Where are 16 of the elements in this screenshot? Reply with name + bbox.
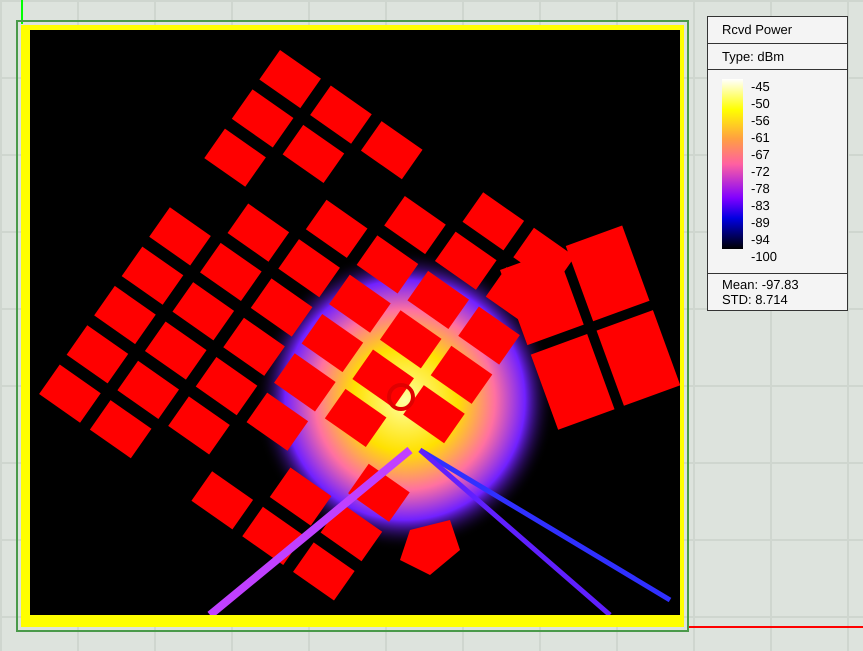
scale-value: -78 <box>751 180 771 197</box>
scale-value: -61 <box>751 129 771 146</box>
legend-title: Rcvd Power <box>708 17 847 44</box>
scale-value: -100 <box>751 248 778 265</box>
scale-value: -83 <box>751 197 771 214</box>
scale-value: -89 <box>751 214 771 231</box>
scale-value: -67 <box>751 146 771 163</box>
scale-value: -50 <box>751 95 771 112</box>
std-value: STD: 8.714 <box>722 292 789 307</box>
scale-value: -56 <box>751 112 771 129</box>
mean-value: Mean: -97.83 <box>722 277 800 292</box>
scale-value: -45 <box>751 78 771 95</box>
scale-value: -94 <box>751 231 771 248</box>
y-axis-line <box>21 0 23 24</box>
legend-type: Type: dBm <box>708 44 847 70</box>
scale-value: -72 <box>751 163 771 180</box>
